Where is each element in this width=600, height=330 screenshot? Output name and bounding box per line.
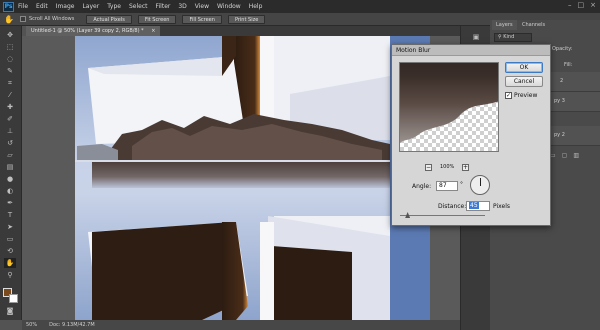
- menu-filter[interactable]: Filter: [156, 3, 171, 10]
- minimize-button[interactable]: –: [568, 1, 572, 9]
- delete-layer-icon[interactable]: ▥: [573, 152, 579, 159]
- scroll-all-windows-checkbox[interactable]: [19, 16, 26, 22]
- pen-tool-icon[interactable]: ✒: [4, 198, 16, 208]
- marquee-tool-icon[interactable]: ⬚: [4, 42, 16, 52]
- menu-select[interactable]: Select: [129, 3, 148, 10]
- kind-filter-label: Kind: [503, 34, 515, 40]
- layer-actions: ▭ ▢ ▥: [550, 152, 579, 159]
- fill-label: Fill:: [564, 62, 573, 68]
- distance-input[interactable]: 45: [466, 201, 490, 211]
- layer-name: 2: [560, 78, 564, 84]
- cancel-button[interactable]: Cancel: [505, 76, 543, 87]
- new-layer-icon[interactable]: ▢: [562, 152, 568, 159]
- motion-blur-dialog: Motion Blur OK Cancel ✓ Preview − 100% +…: [391, 44, 551, 226]
- blur-tool-icon[interactable]: ●: [4, 174, 16, 184]
- menu-bar: Ps File Edit Image Layer Type Select Fil…: [0, 0, 600, 13]
- angle-dial[interactable]: [470, 175, 490, 195]
- distance-unit: Pixels: [493, 203, 511, 210]
- distance-label: Distance:: [438, 203, 467, 210]
- preview-zoom-level: 100%: [440, 164, 455, 170]
- quick-mask-icon[interactable]: ◙: [4, 306, 16, 316]
- menu-layer[interactable]: Layer: [82, 3, 99, 10]
- eyedropper-tool-icon[interactable]: ⁄: [4, 90, 16, 100]
- eraser-tool-icon[interactable]: ▱: [4, 150, 16, 160]
- hand-tool-icon-active[interactable]: ✋: [4, 258, 16, 268]
- close-tab-icon[interactable]: ×: [151, 28, 155, 34]
- history-panel-icon[interactable]: ▣: [470, 32, 482, 42]
- photoshop-logo: Ps: [3, 1, 14, 12]
- distance-slider-track[interactable]: [400, 215, 485, 216]
- window-controls: – □ ×: [568, 1, 596, 9]
- healing-brush-tool-icon[interactable]: ✚: [4, 102, 16, 112]
- background-color-swatch[interactable]: [9, 294, 18, 303]
- gradient-tool-icon[interactable]: ▤: [4, 162, 16, 172]
- actual-pixels-button[interactable]: Actual Pixels: [86, 14, 132, 24]
- close-button[interactable]: ×: [590, 1, 596, 9]
- menu-3d[interactable]: 3D: [178, 3, 186, 10]
- lasso-tool-icon[interactable]: ◌: [4, 54, 16, 64]
- tab-layers[interactable]: Layers: [492, 20, 517, 30]
- zoom-out-button[interactable]: −: [425, 164, 432, 171]
- type-tool-icon[interactable]: T: [4, 210, 16, 220]
- dodge-tool-icon[interactable]: ◐: [4, 186, 16, 196]
- document-tab[interactable]: Untitled-1 @ 50% (Layer 39 copy 2, RGB/8…: [26, 26, 161, 36]
- zoom-readout[interactable]: 50%: [26, 320, 37, 330]
- dialog-title: Motion Blur: [392, 45, 550, 56]
- filter-search-icon: ⚲: [498, 34, 502, 40]
- clone-stamp-tool-icon[interactable]: ⊥: [4, 126, 16, 136]
- scroll-all-windows-label: Scroll All Windows: [28, 16, 75, 22]
- menu-edit[interactable]: Edit: [36, 3, 48, 10]
- brush-tool-icon[interactable]: ✐: [4, 114, 16, 124]
- menu-window[interactable]: Window: [217, 3, 241, 10]
- layer-name: py 2: [554, 132, 565, 138]
- print-size-button[interactable]: Print Size: [227, 14, 266, 24]
- kind-filter-select[interactable]: ⚲ Kind: [494, 33, 532, 42]
- menu-view[interactable]: View: [195, 3, 209, 10]
- angle-input[interactable]: 87: [436, 181, 458, 191]
- opacity-label: Opacity:: [552, 46, 573, 52]
- ok-button[interactable]: OK: [505, 62, 543, 73]
- zoom-in-button[interactable]: +: [462, 164, 469, 171]
- zoom-tool-icon[interactable]: ⚲: [4, 270, 16, 280]
- maximize-button[interactable]: □: [578, 1, 585, 9]
- path-selection-tool-icon[interactable]: ➤: [4, 222, 16, 232]
- quick-select-tool-icon[interactable]: ✎: [4, 66, 16, 76]
- crop-tool-icon[interactable]: ⌗: [4, 78, 16, 88]
- filter-preview[interactable]: [399, 62, 499, 152]
- menu-type[interactable]: Type: [107, 3, 121, 10]
- menu-help[interactable]: Help: [249, 3, 263, 10]
- fill-screen-button[interactable]: Fill Screen: [182, 14, 222, 24]
- layer-name: py 3: [554, 98, 565, 104]
- preview-checkbox[interactable]: ✓: [505, 92, 512, 99]
- preview-label: Preview: [514, 92, 538, 99]
- degree-symbol: °: [460, 181, 463, 188]
- menu-file[interactable]: File: [18, 3, 28, 10]
- hand-tool-icon: ✋: [4, 14, 14, 24]
- status-bar: 50% Doc: 9.13M/42.7M: [22, 320, 460, 330]
- angle-label: Angle:: [412, 183, 432, 190]
- document-title: Untitled-1 @ 50% (Layer 39 copy 2, RGB/8…: [31, 28, 144, 34]
- distance-value: 45: [469, 202, 479, 209]
- preview-image: [400, 63, 498, 143]
- move-tool-icon[interactable]: ✥: [4, 30, 16, 40]
- menu-image[interactable]: Image: [56, 3, 75, 10]
- history-brush-tool-icon[interactable]: ↺: [4, 138, 16, 148]
- angle-dial-needle: [480, 178, 481, 186]
- 3d-tool-icon[interactable]: ⟲: [4, 246, 16, 256]
- tools-panel: ✥ ⬚ ◌ ✎ ⌗ ⁄ ✚ ✐ ⊥ ↺ ▱ ▤ ● ◐ ✒ T ➤ ▭ ⟲ ✋ …: [0, 26, 22, 320]
- document-tab-bar: Untitled-1 @ 50% (Layer 39 copy 2, RGB/8…: [26, 26, 460, 36]
- fit-screen-button[interactable]: Fit Screen: [137, 14, 177, 24]
- tab-channels[interactable]: Channels: [518, 20, 549, 30]
- rectangle-tool-icon[interactable]: ▭: [4, 234, 16, 244]
- document-size-readout: Doc: 9.13M/42.7M: [49, 322, 95, 328]
